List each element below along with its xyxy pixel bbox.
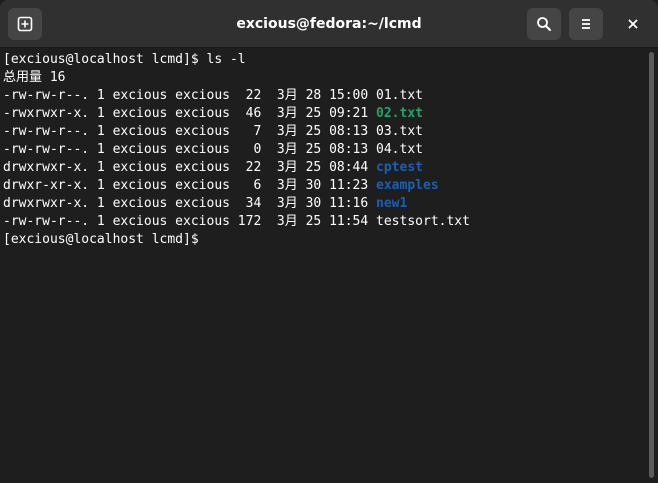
listing-row: drwxrwxr-x. 1 excious excious 34 3月 30 1…: [3, 195, 642, 213]
entry-meta: drwxr-xr-x. 1 excious excious 6 3月 30 11…: [3, 178, 377, 193]
search-button[interactable]: [527, 8, 561, 40]
search-icon: [537, 17, 551, 31]
new-tab-icon: [17, 16, 33, 32]
entry-meta: -rw-rw-r--. 1 excious excious 22 3月 28 1…: [3, 88, 377, 103]
file-name: testsort.txt: [376, 214, 470, 229]
main-menu-button[interactable]: [569, 8, 603, 40]
terminal-output[interactable]: [excious@localhost lcmd]$ ls -l 总用量 16 -…: [0, 48, 642, 483]
listing-row: -rw-rw-r--. 1 excious excious 7 3月 25 08…: [3, 123, 642, 141]
listing-row: -rw-rw-r--. 1 excious excious 0 3月 25 08…: [3, 141, 642, 159]
terminal-window: excious@fedora:~/lcmd [excious@localhost…: [0, 0, 658, 483]
directory-name: cptest: [376, 160, 423, 175]
entry-meta: drwxrwxr-x. 1 excious excious 22 3月 25 0…: [3, 160, 377, 175]
listing-row: -rw-rw-r--. 1 excious excious 22 3月 28 1…: [3, 87, 642, 105]
executable-name: 02.txt: [376, 106, 423, 121]
entry-meta: -rw-rw-r--. 1 excious excious 7 3月 25 08…: [3, 124, 377, 139]
close-button[interactable]: [616, 8, 650, 40]
entry-meta: -rwxrwxr-x. 1 excious excious 46 3月 25 0…: [3, 106, 377, 121]
listing-row: -rw-rw-r--. 1 excious excious 172 3月 25 …: [3, 213, 642, 231]
listing-row: drwxr-xr-x. 1 excious excious 6 3月 30 11…: [3, 177, 642, 195]
total-line: 总用量 16: [3, 70, 66, 85]
entry-meta: drwxrwxr-x. 1 excious excious 34 3月 30 1…: [3, 196, 377, 211]
listing-row: -rwxrwxr-x. 1 excious excious 46 3月 25 0…: [3, 105, 642, 123]
command-line: [excious@localhost lcmd]$ ls -l: [3, 52, 246, 67]
hamburger-menu-icon: [582, 19, 590, 29]
new-tab-button[interactable]: [8, 8, 42, 40]
file-name: 03.txt: [376, 124, 423, 139]
listing-row: drwxrwxr-x. 1 excious excious 22 3月 25 0…: [3, 159, 642, 177]
vertical-scrollbar[interactable]: [644, 48, 658, 483]
entry-meta: -rw-rw-r--. 1 excious excious 172 3月 25 …: [3, 214, 377, 229]
directory-name: new1: [376, 196, 408, 211]
shell-prompt: [excious@localhost lcmd]$: [3, 232, 207, 247]
scrollbar-thumb[interactable]: [649, 52, 654, 478]
directory-name: examples: [376, 178, 439, 193]
entry-meta: -rw-rw-r--. 1 excious excious 0 3月 25 08…: [3, 142, 377, 157]
header-bar: excious@fedora:~/lcmd: [0, 0, 658, 48]
close-icon: [628, 19, 638, 29]
file-name: 04.txt: [376, 142, 423, 157]
file-name: 01.txt: [376, 88, 423, 103]
